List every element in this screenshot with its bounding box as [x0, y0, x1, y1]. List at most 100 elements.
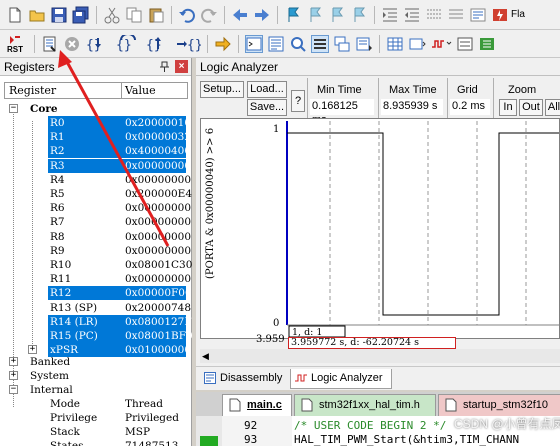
register-value[interactable]: 0x0800127F	[123, 314, 192, 329]
register-row[interactable]: R11 0x00000000	[0, 272, 191, 286]
analysis-window-icon[interactable]	[430, 35, 452, 53]
expand-icon[interactable]: +	[9, 371, 18, 380]
bookmark-next-icon[interactable]	[328, 6, 346, 24]
paste-icon[interactable]	[147, 6, 165, 24]
register-group-internal[interactable]: − Internal	[0, 383, 190, 397]
cut-icon[interactable]	[103, 6, 121, 24]
run-icon[interactable]	[41, 35, 59, 53]
flash-icon[interactable]	[491, 6, 509, 24]
register-value[interactable]: 0x00000000	[125, 230, 191, 244]
zoom-all-button[interactable]: All	[545, 99, 560, 116]
watch-window-icon[interactable]	[355, 35, 373, 53]
zoom-out-button[interactable]: Out	[519, 99, 543, 116]
file-tab-startup[interactable]: startup_stm32f10	[438, 394, 560, 416]
undo-icon[interactable]	[178, 6, 196, 24]
register-row[interactable]: R12 0x00000F00	[0, 286, 192, 301]
register-row[interactable]: R15 (PC) 0x08001BF0	[0, 329, 193, 343]
register-value[interactable]: 0x00000000	[125, 244, 191, 258]
register-row[interactable]: Mode Thread	[0, 397, 190, 411]
file-tab-hal-tim[interactable]: stm32f1xx_hal_tim.h	[294, 394, 436, 416]
memory-window-icon[interactable]	[386, 35, 404, 53]
register-value[interactable]: 0x20000010	[123, 116, 191, 130]
expand-icon[interactable]: +	[9, 357, 18, 366]
register-value[interactable]: 0x00000000	[125, 272, 191, 286]
register-row[interactable]: R6 0x00000000	[0, 201, 191, 215]
stop-icon[interactable]	[63, 35, 81, 53]
expand-icon[interactable]: +	[28, 345, 37, 355]
code-line[interactable]: HAL_TIM_PWM_Start(&htim3,TIM_CHANN	[294, 433, 519, 446]
register-row[interactable]: R0 0x20000010	[0, 116, 191, 130]
register-row[interactable]: R13 (SP) 0x20000748	[0, 301, 191, 315]
call-stack-icon[interactable]	[333, 35, 351, 53]
help-button[interactable]: ?	[291, 90, 305, 112]
register-group-core[interactable]: − Core	[0, 102, 190, 116]
register-row[interactable]: R10 0x08001C30	[0, 258, 192, 272]
disassembly-window-icon[interactable]	[267, 35, 285, 53]
copy-icon[interactable]	[125, 6, 143, 24]
collapse-icon[interactable]: −	[9, 385, 18, 394]
system-viewer-icon[interactable]	[478, 35, 496, 53]
step-into-icon[interactable]: {}	[85, 35, 111, 53]
step-out-icon[interactable]: {}	[145, 35, 171, 53]
load-button[interactable]: Load...	[247, 81, 287, 98]
show-next-statement-icon[interactable]	[214, 35, 232, 53]
tab-logic-analyzer[interactable]: Logic Analyzer	[290, 369, 392, 389]
open-folder-icon[interactable]	[28, 6, 46, 24]
comment-icon[interactable]	[425, 6, 443, 24]
register-row[interactable]: R4 0x00000000	[0, 173, 191, 187]
indent-icon[interactable]	[381, 6, 399, 24]
register-value[interactable]: 0x08001BF0	[123, 329, 193, 343]
scroll-left-icon[interactable]: ◀	[202, 351, 209, 362]
register-value[interactable]: 0x40000400	[123, 144, 191, 159]
save-icon[interactable]	[50, 6, 68, 24]
horizontal-scrollbar[interactable]: ◀	[200, 349, 560, 363]
new-file-icon[interactable]	[6, 6, 24, 24]
close-icon[interactable]: ×	[175, 60, 188, 73]
register-value[interactable]: 0x00000000	[123, 158, 191, 173]
register-row[interactable]: R14 (LR) 0x0800127F	[0, 314, 192, 329]
register-row[interactable]: Stack MSP	[0, 425, 190, 439]
collapse-icon[interactable]: −	[9, 104, 18, 113]
register-value[interactable]: 0x00000000	[125, 173, 191, 187]
register-row[interactable]: R8 0x00000000	[0, 230, 191, 244]
register-value[interactable]: 0x200000E4	[125, 187, 192, 201]
tab-disassembly[interactable]: Disassembly	[202, 369, 290, 389]
redo-icon[interactable]	[200, 6, 218, 24]
register-row[interactable]: R5 0x200000E4	[0, 187, 192, 201]
command-window-icon[interactable]	[245, 34, 263, 53]
pin-icon[interactable]	[158, 60, 171, 73]
column-value[interactable]: Value	[121, 83, 156, 98]
bookmark-icon[interactable]	[284, 6, 302, 24]
bookmark-prev-icon[interactable]	[306, 6, 324, 24]
register-row[interactable]: Privilege Privileged	[0, 411, 190, 425]
run-to-cursor-icon[interactable]: {}	[175, 35, 203, 53]
trace-icon[interactable]	[456, 35, 474, 53]
register-value[interactable]: 0x00000F00	[123, 286, 192, 301]
setup-button[interactable]: Setup...	[200, 81, 244, 98]
reset-icon[interactable]: RST	[6, 35, 28, 54]
serial-window-icon[interactable]	[408, 35, 426, 53]
step-over-icon[interactable]: {}	[115, 32, 141, 53]
register-group-banked[interactable]: + Banked	[0, 355, 190, 369]
register-value[interactable]: 0x00000000	[125, 215, 191, 229]
register-row[interactable]: R9 0x00000000	[0, 244, 191, 258]
register-value[interactable]: 0x00000000	[125, 201, 191, 215]
register-row[interactable]: R2 0x40000400	[0, 144, 191, 159]
register-row[interactable]: R1 0x00000032	[0, 130, 191, 145]
zoom-in-button[interactable]: In	[499, 99, 517, 116]
register-value[interactable]: 0x08001C30	[125, 258, 192, 272]
forward-icon[interactable]	[253, 6, 271, 24]
code-line[interactable]: /* USER CODE BEGIN 2 */	[294, 419, 446, 432]
save-button[interactable]: Save...	[247, 99, 287, 116]
save-all-icon[interactable]	[72, 6, 90, 24]
find-in-files-icon[interactable]	[469, 6, 487, 24]
unindent-icon[interactable]	[403, 6, 421, 24]
register-row[interactable]: States 71487513	[0, 439, 190, 446]
waveform-plot[interactable]: (PORTA & 0x00000040) >> 6 1 0 1, d: 1	[200, 118, 560, 339]
registers-window-icon[interactable]	[311, 34, 329, 53]
register-value[interactable]: 0x20000748	[125, 301, 191, 315]
file-tab-main[interactable]: main.c	[222, 394, 292, 416]
symbols-window-icon[interactable]	[289, 35, 307, 53]
register-group-system[interactable]: + System	[0, 369, 190, 383]
column-register[interactable]: Register	[9, 84, 56, 97]
